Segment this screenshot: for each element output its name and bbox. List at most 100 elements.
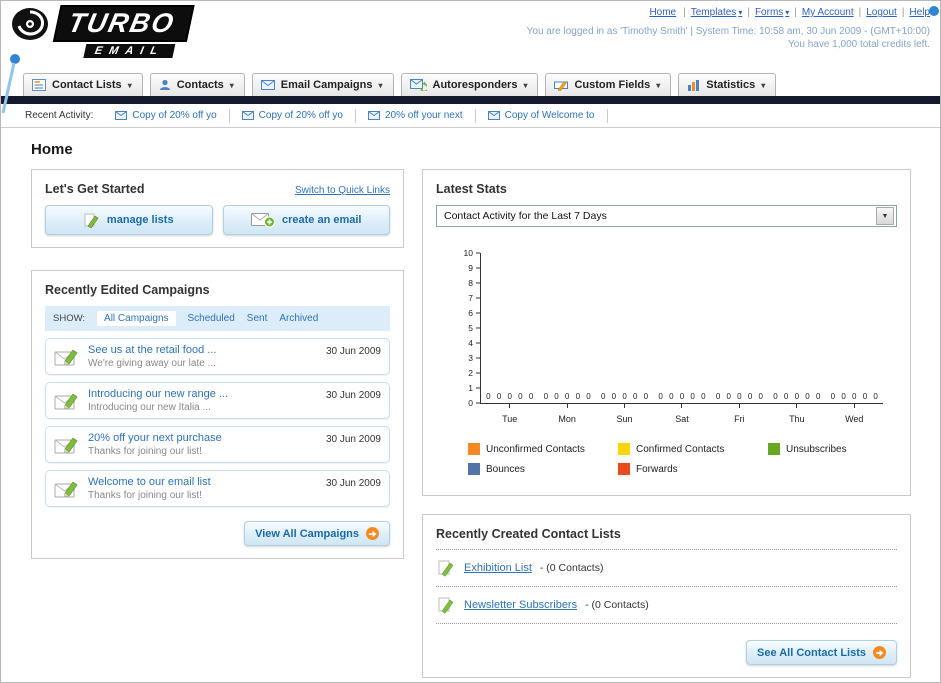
nav-link-templates[interactable]: Templates ▾ <box>691 7 743 18</box>
recent-activity-item[interactable]: Copy of 20% off yo <box>230 108 356 123</box>
contact-list-detail: - (0 Contacts) <box>585 599 649 611</box>
filter-archived[interactable]: Archived <box>279 313 318 324</box>
chevron-down-icon: ▾ <box>229 80 234 90</box>
x-axis-label: Sun <box>616 414 633 424</box>
contact-list-detail: - (0 Contacts) <box>539 562 604 574</box>
campaign-date: 30 Jun 2009 <box>325 390 381 401</box>
campaign-title-link[interactable]: Introducing our new range ... <box>88 388 318 400</box>
nav-link-home[interactable]: Home <box>649 7 678 18</box>
y-axis-label: 4 <box>468 338 473 348</box>
campaign-text: Introducing our new range ... Introducin… <box>88 388 318 413</box>
recent-activity-link[interactable]: Copy of 20% off yo <box>259 110 343 121</box>
chart-group: 0 0 0 0 0 <box>768 253 825 403</box>
view-all-campaigns-button[interactable]: View All Campaigns <box>244 521 390 546</box>
nav-link-label: Templates <box>690 7 737 18</box>
campaign-row: 20% off your next purchase Thanks for jo… <box>45 426 390 463</box>
tab-statistics[interactable]: Statistics ▾ <box>678 73 777 96</box>
pencil-icon <box>438 559 456 577</box>
x-axis-cell: Fri <box>711 404 768 427</box>
get-started-title: Let's Get Started <box>45 182 145 196</box>
app-logo[interactable]: TURBO EMAIL <box>9 5 195 58</box>
nav-divider-bar <box>1 96 940 104</box>
select-arrow-icon: ▼ <box>876 207 894 225</box>
envelope-icon <box>115 111 128 120</box>
filter-all-campaigns[interactable]: All Campaigns <box>97 311 176 326</box>
tab-label: Custom Fields <box>574 79 651 91</box>
legend-item: Bounces <box>468 463 618 475</box>
tab-contact-lists[interactable]: Contact Lists ▾ <box>23 73 143 96</box>
get-started-panel: Let's Get Started Switch to Quick Links … <box>31 169 404 248</box>
x-axis-tick <box>738 404 740 408</box>
nav-separator: | <box>858 7 862 18</box>
manage-lists-button[interactable]: manage lists <box>45 205 213 235</box>
chart-plot: 0 0 0 0 0 0 0 0 0 0 0 0 0 0 0 0 0 0 0 0 0 0 … <box>480 253 883 404</box>
x-axis-tick <box>624 404 626 408</box>
legend-swatch-icon <box>468 463 480 475</box>
switch-to-quick-links[interactable]: Switch to Quick Links <box>295 185 390 196</box>
tab-custom-fields[interactable]: Custom Fields ▾ <box>545 73 672 96</box>
x-axis-label: Fri <box>734 414 745 424</box>
statistics-icon <box>687 79 700 91</box>
arrow-right-icon <box>873 646 886 659</box>
contacts-icon <box>159 79 171 91</box>
filter-scheduled[interactable]: Scheduled <box>188 313 235 324</box>
create-email-button[interactable]: create an email <box>222 205 390 235</box>
see-all-contact-lists-button[interactable]: See All Contact Lists <box>745 640 897 665</box>
campaign-text: Welcome to our email list Thanks for joi… <box>88 476 318 501</box>
legend-swatch-icon <box>768 443 780 455</box>
campaign-title-link[interactable]: 20% off your next purchase <box>88 432 318 444</box>
page-title: Home <box>31 141 73 158</box>
tab-label: Statistics <box>706 79 756 91</box>
campaign-subtitle: Thanks for joining our list! <box>88 446 202 457</box>
nav-link-forms[interactable]: Forms ▾ <box>755 7 789 18</box>
nav-link-label: Forms <box>754 7 784 18</box>
show-label: SHOW: <box>53 313 86 324</box>
recent-activity-link[interactable]: Copy of 20% off yo <box>132 110 216 121</box>
y-axis-label: 7 <box>468 293 473 303</box>
logo-swirl-icon <box>9 5 53 45</box>
contact-list-row: Exhibition List - (0 Contacts) <box>436 550 897 587</box>
filter-sent[interactable]: Sent <box>247 313 268 324</box>
view-all-campaigns-label: View All Campaigns <box>255 527 359 540</box>
legend-label: Bounces <box>486 463 525 475</box>
arrow-right-icon <box>366 527 379 540</box>
stats-activity-select[interactable]: Contact Activity for the Last 7 Days ▼ <box>436 205 897 227</box>
tab-autoresponders[interactable]: Autoresponders ▾ <box>400 73 539 96</box>
chart-group: 0 0 0 0 0 <box>826 253 883 403</box>
chart-group: 0 0 0 0 0 <box>538 253 595 403</box>
legend-label: Confirmed Contacts <box>636 443 725 455</box>
recent-activity-item[interactable]: Copy of Welcome to <box>476 108 608 123</box>
recent-activity-link[interactable]: 20% off your next <box>385 110 463 121</box>
recent-activity-item[interactable]: 20% off your next <box>356 108 476 123</box>
x-axis-tick <box>509 404 511 408</box>
recent-activity-item[interactable]: Copy of 20% off yo <box>103 108 230 123</box>
chart-y-axis: 10 9 8 7 6 5 4 3 2 1 0 <box>454 248 480 408</box>
campaign-title-link[interactable]: Welcome to our email list <box>88 476 318 488</box>
pencil-icon <box>438 596 456 614</box>
chart-x-axis: Tue Mon Sun Sat Fri Thu Wed <box>481 404 883 427</box>
campaign-subtitle: Thanks for joining our list! <box>88 490 202 501</box>
nav-link-my-account[interactable]: My Account <box>802 7 854 18</box>
legend-swatch-icon <box>618 463 630 475</box>
campaign-text: See us at the retail food ... We're givi… <box>88 344 318 369</box>
y-axis-label: 2 <box>468 368 473 378</box>
tab-contacts[interactable]: Contacts ▾ <box>149 73 245 96</box>
legend-label: Forwards <box>636 463 678 475</box>
nav-link-help[interactable]: Help <box>909 7 930 18</box>
recent-activity-link[interactable]: Copy of Welcome to <box>505 110 595 121</box>
recent-activity-label: Recent Activity: <box>25 110 94 121</box>
nav-link-logout[interactable]: Logout <box>866 7 897 18</box>
chevron-down-icon: ▾ <box>378 80 383 90</box>
campaign-title-link[interactable]: See us at the retail food ... <box>88 344 318 356</box>
campaign-text: 20% off your next purchase Thanks for jo… <box>88 432 318 457</box>
tab-email-campaigns[interactable]: Email Campaigns ▾ <box>251 73 394 96</box>
contact-list-name-link[interactable]: Newsletter Subscribers <box>464 599 577 611</box>
campaign-date: 30 Jun 2009 <box>325 478 381 489</box>
chart-value-labels: 0 0 0 0 0 <box>773 392 821 401</box>
tab-label: Autoresponders <box>432 79 518 91</box>
recent-contact-lists-panel: Recently Created Contact Lists Exhibitio… <box>422 514 911 678</box>
chart-value-labels: 0 0 0 0 0 <box>830 392 878 401</box>
envelope-icon <box>241 111 254 120</box>
nav-link-label: Home <box>649 7 677 18</box>
contact-list-name-link[interactable]: Exhibition List <box>464 562 532 574</box>
